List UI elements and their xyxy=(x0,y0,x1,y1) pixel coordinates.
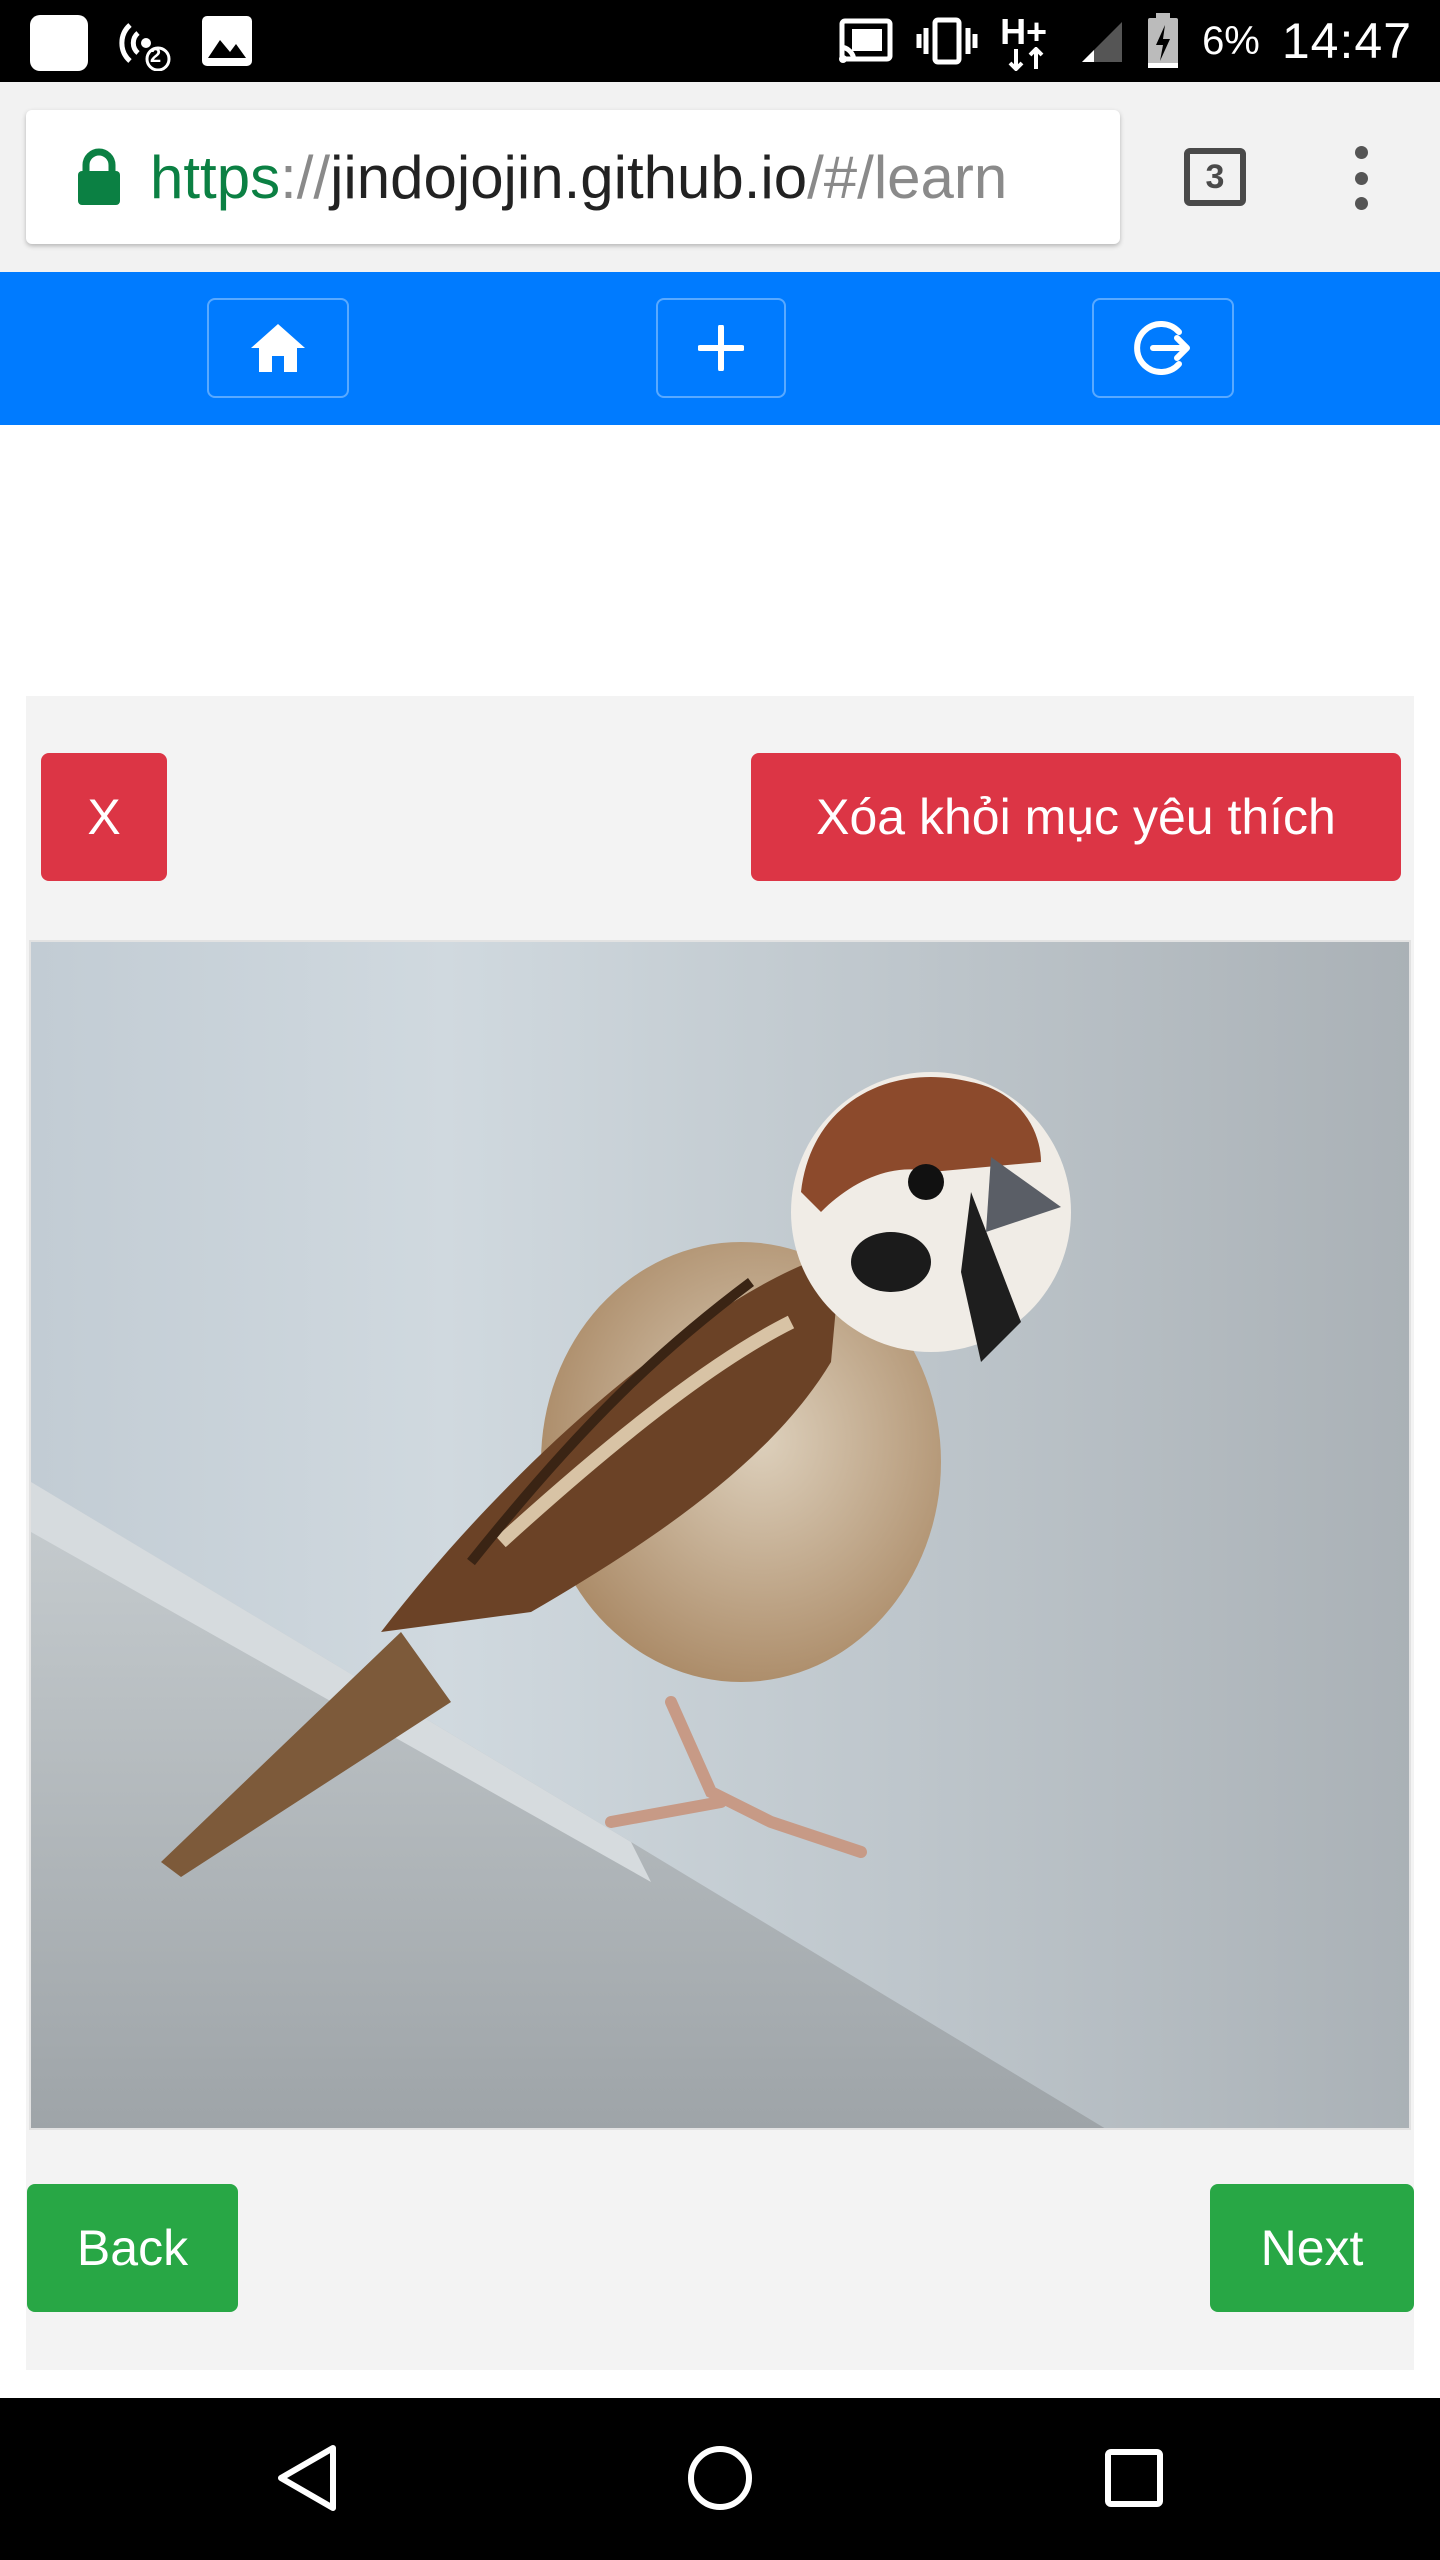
battery-icon xyxy=(1148,13,1179,68)
status-bar-system: H+ 6% 14:47 xyxy=(838,0,1412,82)
status-bar-notifications: 2 xyxy=(30,14,254,72)
back-triangle-icon xyxy=(278,2445,336,2511)
tab-count: 3 xyxy=(1205,157,1225,196)
learn-card: X Xóa khỏi mục yêu thích Back Next xyxy=(26,696,1414,2370)
menu-dot-icon xyxy=(1354,171,1368,185)
app-notification-icon xyxy=(30,15,88,71)
remove-favorite-button[interactable]: Xóa khỏi mục yêu thích xyxy=(751,753,1401,881)
menu-dot-icon xyxy=(1354,146,1368,159)
hotspot-icon: 2 xyxy=(116,15,172,72)
browser-toolbar: https://jindojojin.github.io/#/learn 3 xyxy=(0,82,1440,272)
home-icon xyxy=(251,324,305,372)
url-path: /#/learn xyxy=(807,143,1008,211)
system-navigation-bar xyxy=(0,2398,1440,2560)
browser-menu-button[interactable] xyxy=(1346,146,1376,210)
signal-icon xyxy=(1082,22,1123,62)
recents-square-icon xyxy=(1105,2449,1163,2507)
close-button-label: X xyxy=(87,789,121,845)
plus-icon xyxy=(698,325,744,371)
clock: 14:47 xyxy=(1281,13,1412,69)
back-button[interactable]: Back xyxy=(27,2184,238,2312)
address-bar[interactable]: https://jindojojin.github.io/#/learn xyxy=(26,110,1120,244)
url-separator: :// xyxy=(280,143,331,211)
hotspot-count: 2 xyxy=(150,45,162,67)
vibrate-icon xyxy=(916,17,978,65)
menu-dot-icon xyxy=(1354,197,1368,210)
status-bar: 2 H+ 6% 14:47 xyxy=(0,0,1440,82)
lock-icon xyxy=(78,148,120,205)
tab-switcher-button[interactable]: 3 xyxy=(1184,148,1246,206)
add-button[interactable] xyxy=(656,298,786,398)
home-circle-icon xyxy=(688,2446,752,2510)
close-button[interactable]: X xyxy=(41,753,167,881)
logout-button[interactable] xyxy=(1092,298,1234,398)
back-button-label: Back xyxy=(76,2220,189,2276)
next-button[interactable]: Next xyxy=(1210,2184,1414,2312)
url-text: https://jindojojin.github.io/#/learn xyxy=(150,143,1007,212)
logout-icon xyxy=(1134,321,1190,375)
sparrow-photo xyxy=(29,940,1411,2130)
next-button-label: Next xyxy=(1260,2220,1364,2276)
cast-icon xyxy=(839,18,893,63)
recents-nav-button[interactable] xyxy=(1094,2438,1174,2518)
home-button[interactable] xyxy=(207,298,349,398)
network-type: H+ xyxy=(1000,11,1058,71)
gallery-icon xyxy=(200,14,254,72)
remove-favorite-label: Xóa khỏi mục yêu thích xyxy=(816,789,1336,845)
back-nav-button[interactable] xyxy=(267,2438,347,2518)
url-host: jindojojin.github.io xyxy=(330,143,808,211)
battery-percent: 6% xyxy=(1202,18,1260,63)
url-scheme: https xyxy=(150,143,281,211)
app-navbar xyxy=(0,272,1440,425)
home-nav-button[interactable] xyxy=(680,2438,760,2518)
